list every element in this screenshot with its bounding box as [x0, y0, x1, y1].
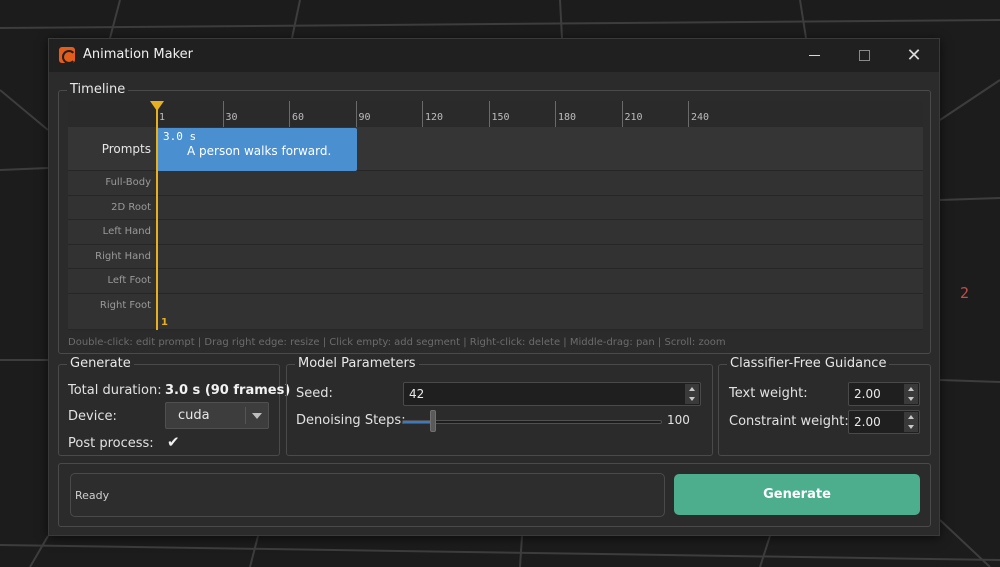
generate-group-title: Generate: [67, 356, 134, 372]
track-row-left-foot[interactable]: Left Foot: [68, 269, 923, 294]
ruler-tick: [555, 101, 556, 127]
text-weight-spinbox[interactable]: 2.00: [848, 382, 920, 406]
ruler-tick-label: 30: [225, 112, 238, 123]
segment-duration: 3.0 s: [163, 130, 197, 143]
track-label: Full-Body: [105, 177, 151, 188]
ruler-tick-label: 90: [358, 112, 371, 123]
text-weight-spin-buttons: [904, 384, 918, 404]
segment-prompt-text: A person walks forward.: [187, 144, 332, 158]
seed-increment-icon[interactable]: [685, 384, 699, 394]
text-weight-value: 2.00: [854, 387, 881, 401]
track-label: Right Hand: [95, 251, 151, 262]
cfg-group: Classifier-Free Guidance Text weight: 2.…: [718, 356, 931, 456]
ruler-tick-label: 180: [558, 112, 577, 123]
ruler-tick-label: 120: [425, 112, 444, 123]
seed-spinbox[interactable]: 42: [403, 382, 701, 406]
text-weight-increment-icon[interactable]: [904, 384, 918, 394]
constraint-weight-increment-icon[interactable]: [904, 412, 918, 422]
constraint-weight-value: 2.00: [854, 415, 881, 429]
constraint-weight-decrement-icon[interactable]: [904, 422, 918, 432]
model-parameters-title: Model Parameters: [295, 356, 419, 372]
viewport-axis-number: 2: [960, 284, 970, 302]
track-label: Prompts: [101, 142, 151, 156]
app-logo-icon: [59, 47, 76, 64]
denoising-steps-label: Denoising Steps:: [296, 413, 406, 428]
title-bar[interactable]: Animation Maker ✕: [49, 39, 939, 72]
ruler-tick: [488, 101, 490, 127]
track-label: Left Hand: [102, 226, 151, 237]
ruler-tick-label: 1: [159, 112, 166, 123]
track-label: Right Foot: [99, 300, 151, 311]
track-label: 2D Root: [111, 202, 151, 213]
post-process-checkbox[interactable]: ✔: [167, 433, 180, 451]
close-button[interactable]: ✕: [889, 39, 939, 72]
ruler-tick: [289, 101, 290, 127]
bottom-bar: Ready Generate: [58, 463, 931, 527]
status-box: Ready: [70, 473, 665, 517]
ruler-tick-label: 60: [292, 112, 305, 123]
ruler-tick: [422, 101, 423, 127]
track-row-full-body[interactable]: Full-Body: [68, 171, 923, 196]
timeline-canvas[interactable]: 1 30 60 90 120 150 180 210 240 Prompts Full-Body 2…: [68, 101, 923, 330]
device-value: cuda: [178, 408, 210, 423]
status-text: Ready: [75, 489, 110, 502]
maximize-icon: [858, 50, 870, 61]
constraint-weight-spin-buttons: [904, 412, 918, 432]
text-weight-decrement-icon[interactable]: [904, 394, 918, 404]
total-duration-label: Total duration:: [68, 383, 162, 398]
ruler-tick-label: 150: [491, 112, 510, 123]
device-label: Device:: [68, 409, 117, 424]
seed-decrement-icon[interactable]: [685, 394, 699, 404]
denoising-steps-slider[interactable]: [402, 420, 662, 424]
denoising-steps-max: 100: [667, 413, 690, 427]
window-title: Animation Maker: [83, 47, 193, 62]
playhead-handle-icon[interactable]: [150, 101, 164, 111]
ruler-tick: [688, 101, 689, 127]
playhead-frame: 1: [161, 317, 168, 328]
ruler-tick: [222, 101, 224, 127]
track-row-right-hand[interactable]: Right Hand: [68, 245, 923, 269]
ruler-tick: [621, 101, 623, 127]
generate-button[interactable]: Generate: [674, 474, 920, 515]
playhead-line[interactable]: [156, 101, 158, 330]
track-label: Left Foot: [107, 275, 151, 286]
track-row-right-foot[interactable]: Right Foot: [68, 294, 923, 330]
maximize-button[interactable]: [839, 39, 889, 72]
device-select[interactable]: cuda: [165, 402, 269, 429]
minimize-icon: [808, 55, 820, 56]
constraint-weight-spinbox[interactable]: 2.00: [848, 410, 920, 434]
track-row-left-hand[interactable]: Left Hand: [68, 220, 923, 245]
prompt-segment[interactable]: 3.0 s A person walks forward.: [157, 128, 357, 171]
cfg-title: Classifier-Free Guidance: [727, 356, 890, 372]
timeline-hint: Double-click: edit prompt | Drag right e…: [68, 337, 726, 348]
generate-group: Generate Total duration: 3.0 s (90 frame…: [58, 356, 290, 456]
combo-separator: [245, 407, 246, 424]
track-row-2d-root[interactable]: 2D Root: [68, 196, 923, 220]
timeline-group: Timeline 1 30 60 90 120 150 180 210 240 Prompts F…: [58, 82, 931, 354]
model-parameters-group: Model Parameters Seed: 42 Denoising Step…: [286, 356, 713, 456]
animation-maker-window: Animation Maker ✕ Timeline 1 30 60 90 120 150…: [48, 38, 940, 536]
chevron-down-icon: [252, 413, 262, 419]
seed-value: 42: [409, 387, 425, 401]
minimize-button[interactable]: [789, 39, 839, 72]
ruler-tick-label: 210: [624, 112, 643, 123]
constraint-weight-label: Constraint weight:: [729, 414, 849, 429]
ruler-tick-label: 240: [691, 112, 710, 123]
post-process-label: Post process:: [68, 436, 154, 451]
text-weight-label: Text weight:: [729, 386, 808, 401]
seed-spin-buttons: [685, 384, 699, 404]
timeline-ruler[interactable]: 1 30 60 90 120 150 180 210 240: [68, 101, 923, 127]
total-duration-value: 3.0 s (90 frames): [165, 383, 291, 398]
denoising-steps-handle[interactable]: [430, 410, 437, 432]
seed-label: Seed:: [296, 386, 333, 401]
close-icon: ✕: [906, 45, 922, 66]
timeline-title: Timeline: [67, 82, 129, 98]
ruler-tick: [355, 101, 357, 127]
